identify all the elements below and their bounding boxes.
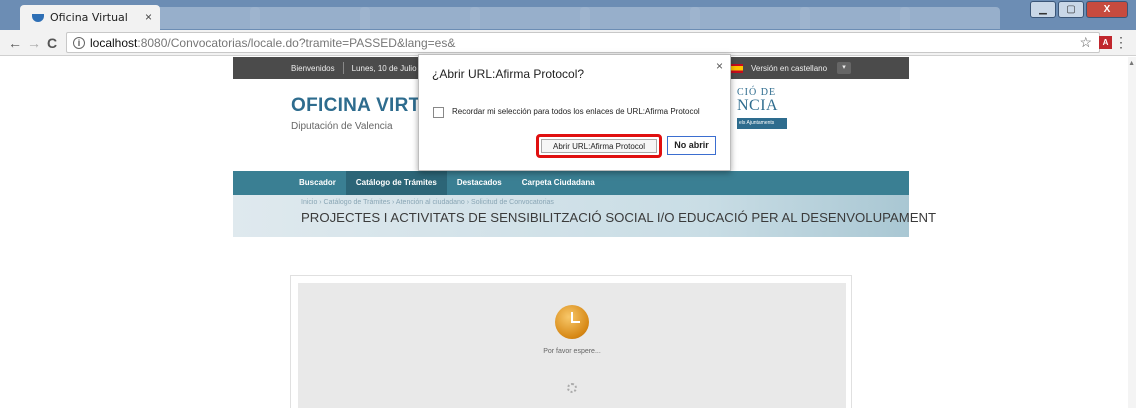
language-selector[interactable]: Versión en castellano ▾: [729, 60, 861, 76]
scroll-up-icon[interactable]: ▲: [1128, 60, 1135, 67]
address-bar[interactable]: i localhost :8080/Convocatorias/locale.d…: [66, 32, 1100, 53]
background-tab[interactable]: [690, 7, 810, 29]
browser-toolbar: ← → C i localhost :8080/Convocatorias/lo…: [0, 30, 1136, 56]
site-title[interactable]: OFICINA VIRT: [291, 95, 421, 117]
background-tab[interactable]: [900, 7, 1000, 29]
breadcrumb[interactable]: Inicio › Catálogo de Trámites › Atención…: [301, 199, 554, 206]
background-tab[interactable]: [250, 7, 370, 29]
protocol-dialog: ¿Abrir URL:Afirma Protocol? × Recordar m…: [418, 54, 731, 171]
forward-icon[interactable]: →: [27, 35, 41, 51]
dialog-close-icon[interactable]: ×: [716, 59, 723, 73]
active-tab[interactable]: Oficina Virtual ×: [20, 5, 160, 30]
tab-title: Oficina Virtual: [50, 11, 128, 24]
logo-line-2: NCIA: [737, 97, 779, 114]
info-icon[interactable]: i: [73, 36, 85, 49]
tab-close-icon[interactable]: ×: [145, 10, 152, 24]
nav-item-catalogo[interactable]: Catálogo de Trámites: [345, 171, 447, 195]
favicon-icon: [32, 13, 44, 22]
page-banner: Inicio › Catálogo de Trámites › Atención…: [233, 195, 936, 237]
language-label: Versión en castellano: [751, 63, 828, 73]
window-close-button[interactable]: X: [1086, 1, 1128, 18]
background-tab[interactable]: [360, 7, 480, 29]
dialog-title: ¿Abrir URL:Afirma Protocol?: [432, 67, 585, 81]
remember-checkbox-label[interactable]: Recordar mi selección para todos los enl…: [452, 107, 700, 116]
background-tab[interactable]: [580, 7, 700, 29]
back-icon[interactable]: ←: [8, 35, 22, 51]
background-tab[interactable]: [470, 7, 590, 29]
open-protocol-button[interactable]: Abrir URL:Afirma Protocol: [541, 139, 657, 153]
window-controls: ▁ ▢ X: [1030, 1, 1128, 18]
topbar-divider: [342, 62, 344, 74]
bookmark-star-icon[interactable]: ☆: [1079, 34, 1092, 51]
date-text: Lunes, 10 de Julio de: [351, 63, 428, 73]
pdf-extension-icon[interactable]: A: [1099, 36, 1112, 49]
nav-item-destacados[interactable]: Destacados: [447, 171, 512, 195]
site-subtitle: Diputación de Valencia: [291, 121, 393, 132]
vertical-scrollbar[interactable]: ▲: [1128, 57, 1136, 408]
page-title: PROJECTES I ACTIVITATS DE SENSIBILITZACI…: [301, 210, 937, 225]
remember-checkbox[interactable]: [433, 107, 444, 118]
logo-line-3: els Ajuntaments: [737, 118, 787, 129]
diputacion-logo[interactable]: CIÓ DE NCIA els Ajuntaments: [725, 85, 787, 131]
loading-panel: Por favor espere...: [290, 275, 852, 408]
url-host: localhost: [90, 35, 138, 50]
spinner-icon: [567, 383, 577, 393]
clock-icon: [555, 305, 589, 339]
open-protocol-button-highlight: Abrir URL:Afirma Protocol: [536, 134, 662, 158]
minimize-button[interactable]: ▁: [1030, 1, 1056, 18]
browser-tabstrip: Oficina Virtual × ▁ ▢ X: [0, 0, 1136, 30]
wait-message: Por favor espere...: [543, 348, 601, 355]
main-nav: Buscador Catálogo de Trámites Destacados…: [233, 171, 909, 195]
welcome-text: Bienvenidos: [291, 63, 335, 73]
background-tab[interactable]: [150, 7, 260, 29]
maximize-button[interactable]: ▢: [1058, 1, 1084, 18]
nav-item-buscador[interactable]: Buscador: [289, 171, 346, 195]
clock-hand: [571, 321, 580, 323]
nav-item-carpeta[interactable]: Carpeta Ciudadana: [512, 171, 605, 195]
spain-flag-icon: [729, 63, 743, 73]
reload-icon[interactable]: C: [47, 35, 57, 51]
chevron-down-icon[interactable]: ▾: [837, 62, 852, 74]
url-path: :8080/Convocatorias/locale.do?tramite=PA…: [137, 35, 456, 50]
cancel-button[interactable]: No abrir: [667, 136, 716, 155]
loading-area: Por favor espere...: [298, 283, 846, 408]
background-tab[interactable]: [800, 7, 910, 29]
browser-menu-icon[interactable]: ⋮: [1114, 34, 1128, 51]
